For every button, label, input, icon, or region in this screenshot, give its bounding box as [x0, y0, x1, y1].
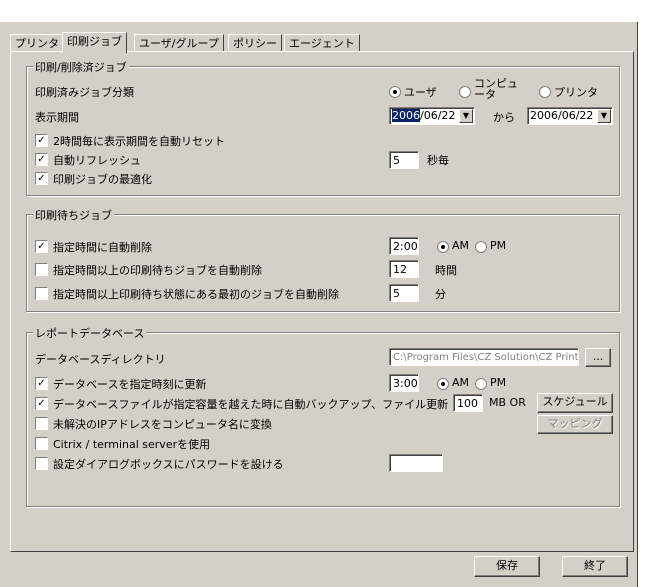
- auto-delete-time-checkbox[interactable]: ✓: [35, 240, 48, 253]
- save-button[interactable]: 保存: [474, 556, 540, 577]
- tab-policy[interactable]: ポリシー: [228, 34, 282, 52]
- schedule-button[interactable]: スケジュール: [537, 393, 613, 413]
- radio-user-label: ユーザ: [404, 86, 437, 99]
- waiting-jobs-group: 印刷待ちジョブ ✓ 指定時間に自動削除 2:00 AM PM 指定時間以上の印刷…: [26, 207, 620, 312]
- optimize-checkbox[interactable]: ✓: [35, 172, 48, 185]
- db-dir-label: データベースディレクトリ: [35, 353, 166, 366]
- radio-am[interactable]: [437, 241, 449, 253]
- citrix-checkbox[interactable]: [35, 437, 48, 450]
- classify-label: 印刷済みジョブ分類: [35, 86, 134, 99]
- radio-am-label: AM: [452, 239, 470, 252]
- radio-pm[interactable]: [475, 241, 487, 253]
- radio-db-pm[interactable]: [475, 378, 487, 390]
- size-input[interactable]: 100: [453, 394, 483, 412]
- period-label: 表示期間: [35, 111, 79, 124]
- mapping-button[interactable]: マッピング: [537, 415, 613, 434]
- tab-print-jobs[interactable]: 印刷ジョブ: [62, 32, 127, 53]
- ip-resolve-label: 未解決のIPアドレスをコンピュータ名に変換: [53, 418, 272, 431]
- radio-pm-label: PM: [490, 239, 507, 252]
- settings-window: プリンタ 印刷ジョブ ユーザ/グループ ポリシー エージェント 印刷/削除済ジョ…: [0, 22, 638, 587]
- db-dir-input[interactable]: C:\Program Files\CZ Solution\CZ Print: [389, 348, 579, 366]
- radio-db-pm-label: PM: [490, 376, 507, 389]
- ip-resolve-checkbox[interactable]: [35, 417, 48, 430]
- chevron-down-icon[interactable]: ▼: [459, 109, 473, 123]
- citrix-label: Citrix / terminal serverを使用: [53, 438, 211, 451]
- delete-over-hours-checkbox[interactable]: [35, 263, 48, 276]
- refresh-interval-input[interactable]: 5: [389, 151, 419, 169]
- minutes-unit-label: 分: [435, 288, 446, 301]
- report-db-group: レポートデータベース データベースディレクトリ C:\Program Files…: [26, 325, 620, 507]
- password-label: 設定ダイアログボックスにパスワードを設ける: [53, 458, 284, 471]
- chevron-down-icon[interactable]: ▼: [597, 109, 611, 123]
- password-checkbox[interactable]: [35, 457, 48, 470]
- hours-unit-label: 時間: [435, 264, 457, 277]
- refresh-unit-label: 秒毎: [427, 154, 449, 167]
- radio-computer-label: コンピュータ: [474, 77, 518, 101]
- tab-panel: 印刷/削除済ジョブ 印刷済みジョブ分類 ユーザ コンピュータ プリンタ 表示期間…: [10, 51, 634, 552]
- size-unit-label: MB OR: [489, 396, 526, 409]
- radio-db-am-label: AM: [452, 376, 470, 389]
- radio-db-am[interactable]: [437, 378, 449, 390]
- tab-users-groups[interactable]: ユーザ/グループ: [134, 34, 224, 52]
- auto-refresh-checkbox[interactable]: ✓: [35, 153, 48, 166]
- radio-printer[interactable]: [539, 86, 551, 98]
- from-label: から: [493, 111, 515, 124]
- to-date-value: 2006/06/22: [530, 109, 594, 122]
- waiting-jobs-title: 印刷待ちジョブ: [33, 207, 114, 223]
- tab-agent[interactable]: エージェント: [284, 34, 360, 52]
- printed-jobs-title: 印刷/削除済ジョブ: [33, 59, 129, 75]
- browse-button[interactable]: ...: [585, 348, 611, 367]
- printed-jobs-group: 印刷/削除済ジョブ 印刷済みジョブ分類 ユーザ コンピュータ プリンタ 表示期間…: [26, 59, 620, 196]
- backup-checkbox[interactable]: ✓: [35, 397, 48, 410]
- auto-reset-checkbox[interactable]: ✓: [35, 134, 48, 147]
- delete-time-input[interactable]: 2:00: [389, 237, 419, 255]
- delete-over-hours-label: 指定時間以上の印刷待ちジョブを自動削除: [53, 264, 262, 277]
- hours-input[interactable]: 12: [389, 260, 419, 278]
- from-date-rest: /06/22: [420, 109, 456, 122]
- minutes-input[interactable]: 5: [389, 284, 419, 302]
- radio-user[interactable]: [389, 86, 401, 98]
- delete-first-job-label: 指定時間以上印刷待ち状態にある最初のジョブを自動削除: [53, 288, 339, 301]
- radio-computer[interactable]: [459, 86, 471, 98]
- delete-first-job-checkbox[interactable]: [35, 287, 48, 300]
- auto-delete-time-label: 指定時間に自動削除: [53, 241, 152, 254]
- report-db-title: レポートデータベース: [33, 325, 147, 341]
- tab-printer[interactable]: プリンタ: [10, 34, 64, 52]
- backup-label: データベースファイルが指定容量を越えた時に自動バックアップ、ファイル更新: [53, 398, 449, 411]
- to-date-picker[interactable]: 2006/06/22 ▼: [527, 107, 613, 125]
- auto-reset-label: 2時間毎に表示期間を自動リセット: [53, 135, 225, 148]
- update-time-input[interactable]: 3:00: [389, 374, 419, 392]
- radio-printer-label: プリンタ: [554, 86, 598, 99]
- from-date-selected: 2006: [392, 109, 420, 122]
- auto-refresh-label: 自動リフレッシュ: [53, 154, 141, 167]
- update-checkbox[interactable]: ✓: [35, 377, 48, 390]
- update-label: データベースを指定時刻に更新: [53, 378, 207, 391]
- from-date-picker[interactable]: 2006/06/22 ▼: [389, 107, 475, 125]
- optimize-label: 印刷ジョブの最適化: [53, 173, 152, 186]
- exit-button[interactable]: 終了: [562, 556, 628, 577]
- password-input[interactable]: [389, 454, 443, 472]
